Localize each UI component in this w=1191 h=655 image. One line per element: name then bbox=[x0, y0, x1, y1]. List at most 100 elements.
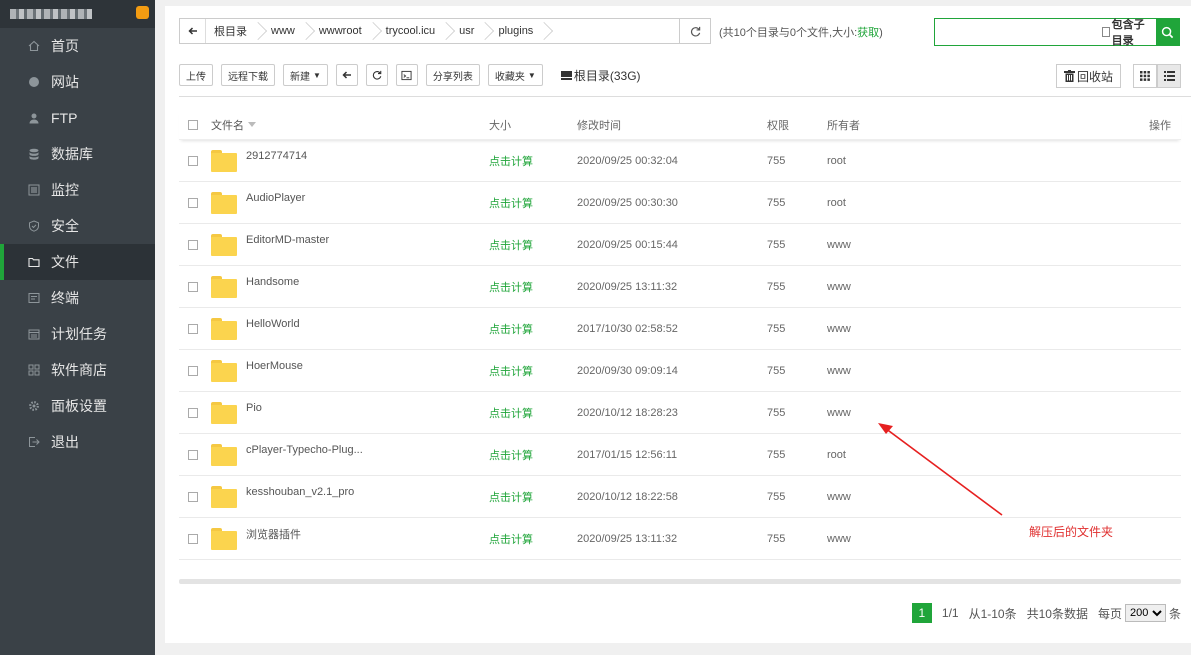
file-name[interactable]: 2912774714 bbox=[246, 150, 307, 162]
row-checkbox[interactable] bbox=[188, 407, 198, 418]
owner-cell[interactable]: www bbox=[827, 323, 927, 335]
sidebar-item-5[interactable]: 安全 bbox=[0, 208, 155, 244]
calc-size-link[interactable]: 点击计算 bbox=[489, 492, 533, 504]
file-name[interactable]: AudioPlayer bbox=[246, 192, 305, 204]
share-list-button[interactable]: 分享列表 bbox=[425, 64, 480, 86]
table-row[interactable]: HelloWorld 点击计算 2017/10/30 02:58:52 755 www bbox=[179, 308, 1181, 350]
breadcrumb-item[interactable]: plugins bbox=[490, 19, 547, 43]
search-input[interactable] bbox=[935, 19, 1102, 45]
file-name-cell[interactable]: kesshouban_v2.1_pro bbox=[211, 485, 489, 508]
path-back-button[interactable] bbox=[180, 19, 206, 43]
calc-size-link[interactable]: 点击计算 bbox=[489, 156, 533, 168]
calc-size-link[interactable]: 点击计算 bbox=[489, 534, 533, 546]
back-button[interactable] bbox=[335, 64, 358, 86]
refresh-button[interactable] bbox=[365, 64, 388, 86]
file-name-cell[interactable]: Handsome bbox=[211, 275, 489, 298]
perm-cell[interactable]: 755 bbox=[767, 407, 827, 419]
calc-size-link[interactable]: 点击计算 bbox=[489, 366, 533, 378]
file-name[interactable]: cPlayer-Typecho-Plug... bbox=[246, 444, 363, 456]
select-all-checkbox[interactable] bbox=[188, 119, 198, 130]
row-checkbox[interactable] bbox=[188, 281, 198, 292]
table-row[interactable]: AudioPlayer 点击计算 2020/09/25 00:30:30 755 roo… bbox=[179, 182, 1181, 224]
sidebar-item-10[interactable]: 面板设置 bbox=[0, 388, 155, 424]
size-column-header[interactable]: 大小 bbox=[489, 117, 577, 133]
recycle-bin-button[interactable]: 回收站 bbox=[1055, 64, 1121, 88]
sidebar-item-7[interactable]: 终端 bbox=[0, 280, 155, 316]
file-name[interactable]: HoerMouse bbox=[246, 360, 303, 372]
file-name-cell[interactable]: HelloWorld bbox=[211, 317, 489, 340]
row-checkbox[interactable] bbox=[188, 533, 198, 544]
breadcrumb-item[interactable]: www bbox=[263, 19, 309, 43]
file-name-cell[interactable]: 浏览器插件 bbox=[211, 527, 489, 550]
calc-size-link[interactable]: 点击计算 bbox=[489, 324, 533, 336]
table-row[interactable]: cPlayer-Typecho-Plug... 点击计算 2017/01/15 12… bbox=[179, 434, 1181, 476]
breadcrumb-item[interactable]: 根目录 bbox=[206, 19, 261, 43]
terminal-button[interactable] bbox=[395, 64, 418, 86]
file-name[interactable]: Pio bbox=[246, 402, 262, 414]
perm-cell[interactable]: 755 bbox=[767, 323, 827, 335]
file-name[interactable]: Handsome bbox=[246, 276, 299, 288]
perm-cell[interactable]: 755 bbox=[767, 365, 827, 377]
path-refresh-button[interactable] bbox=[679, 19, 711, 43]
file-name-cell[interactable]: cPlayer-Typecho-Plug... bbox=[211, 443, 489, 466]
sidebar-item-11[interactable]: 退出 bbox=[0, 424, 155, 460]
grid-view-button[interactable] bbox=[1133, 64, 1157, 88]
file-name[interactable]: HelloWorld bbox=[246, 318, 300, 330]
row-checkbox[interactable] bbox=[188, 155, 198, 166]
perm-column-header[interactable]: 权限 bbox=[767, 117, 827, 133]
owner-cell[interactable]: root bbox=[827, 197, 927, 209]
sidebar-item-8[interactable]: 计划任务 bbox=[0, 316, 155, 352]
owner-cell[interactable]: root bbox=[827, 155, 927, 167]
calc-size-link[interactable]: 点击计算 bbox=[489, 240, 533, 252]
page-current-button[interactable]: 1 bbox=[911, 603, 932, 623]
table-row[interactable]: Handsome 点击计算 2020/09/25 13:11:32 755 www bbox=[179, 266, 1181, 308]
file-name-cell[interactable]: EditorMD-master bbox=[211, 233, 489, 256]
owner-cell[interactable]: www bbox=[827, 533, 927, 545]
owner-cell[interactable]: www bbox=[827, 491, 927, 503]
row-checkbox[interactable] bbox=[188, 365, 198, 376]
sidebar-item-3[interactable]: 数据库 bbox=[0, 136, 155, 172]
list-view-button[interactable] bbox=[1157, 64, 1181, 88]
perm-cell[interactable]: 755 bbox=[767, 281, 827, 293]
name-column-header[interactable]: 文件名 bbox=[211, 117, 489, 133]
calc-size-link[interactable]: 点击计算 bbox=[489, 282, 533, 294]
breadcrumb-item[interactable]: usr bbox=[451, 19, 488, 43]
get-size-link[interactable]: 获取 bbox=[857, 27, 879, 39]
file-name-cell[interactable]: 2912774714 bbox=[211, 149, 489, 172]
table-row[interactable]: kesshouban_v2.1_pro 点击计算 2020/10/12 18:22:… bbox=[179, 476, 1181, 518]
favorites-dropdown-button[interactable]: 收藏夹 ▼ bbox=[487, 64, 543, 86]
disk-selector[interactable]: 根目录(33G) bbox=[560, 67, 641, 84]
file-name-cell[interactable]: AudioPlayer bbox=[211, 191, 489, 214]
per-page-select[interactable]: 200 bbox=[1124, 604, 1166, 622]
sidebar-item-6[interactable]: 文件 bbox=[0, 244, 155, 280]
sidebar-item-2[interactable]: FTP bbox=[0, 100, 155, 136]
row-checkbox[interactable] bbox=[188, 197, 198, 208]
sidebar-item-9[interactable]: 软件商店 bbox=[0, 352, 155, 388]
perm-cell[interactable]: 755 bbox=[767, 155, 827, 167]
calc-size-link[interactable]: 点击计算 bbox=[489, 408, 533, 420]
breadcrumb-item[interactable]: trycool.icu bbox=[378, 19, 450, 43]
row-checkbox[interactable] bbox=[188, 449, 198, 460]
sidebar-item-0[interactable]: 首页 bbox=[0, 28, 155, 64]
calc-size-link[interactable]: 点击计算 bbox=[489, 198, 533, 210]
file-name-cell[interactable]: Pio bbox=[211, 401, 489, 424]
owner-cell[interactable]: www bbox=[827, 281, 927, 293]
file-name[interactable]: EditorMD-master bbox=[246, 234, 329, 246]
owner-cell[interactable]: www bbox=[827, 365, 927, 377]
remote-download-button[interactable]: 远程下载 bbox=[221, 64, 275, 86]
file-name[interactable]: kesshouban_v2.1_pro bbox=[246, 486, 354, 498]
breadcrumb-item[interactable]: wwwroot bbox=[311, 19, 376, 43]
upload-button[interactable]: 上传 bbox=[179, 64, 213, 86]
perm-cell[interactable]: 755 bbox=[767, 491, 827, 503]
row-checkbox[interactable] bbox=[188, 323, 198, 334]
table-row[interactable]: EditorMD-master 点击计算 2020/09/25 00:15:44 75… bbox=[179, 224, 1181, 266]
table-row[interactable]: HoerMouse 点击计算 2020/09/30 09:09:14 755 www bbox=[179, 350, 1181, 392]
include-subdir-checkbox[interactable] bbox=[1102, 27, 1110, 37]
new-dropdown-button[interactable]: 新建 ▼ bbox=[283, 64, 328, 86]
owner-cell[interactable]: www bbox=[827, 407, 927, 419]
include-subdir-option[interactable]: 包含子目录 bbox=[1102, 19, 1156, 47]
file-name-cell[interactable]: HoerMouse bbox=[211, 359, 489, 382]
mtime-column-header[interactable]: 修改时间 bbox=[577, 117, 767, 133]
owner-cell[interactable]: www bbox=[827, 239, 927, 251]
row-checkbox[interactable] bbox=[188, 239, 198, 250]
